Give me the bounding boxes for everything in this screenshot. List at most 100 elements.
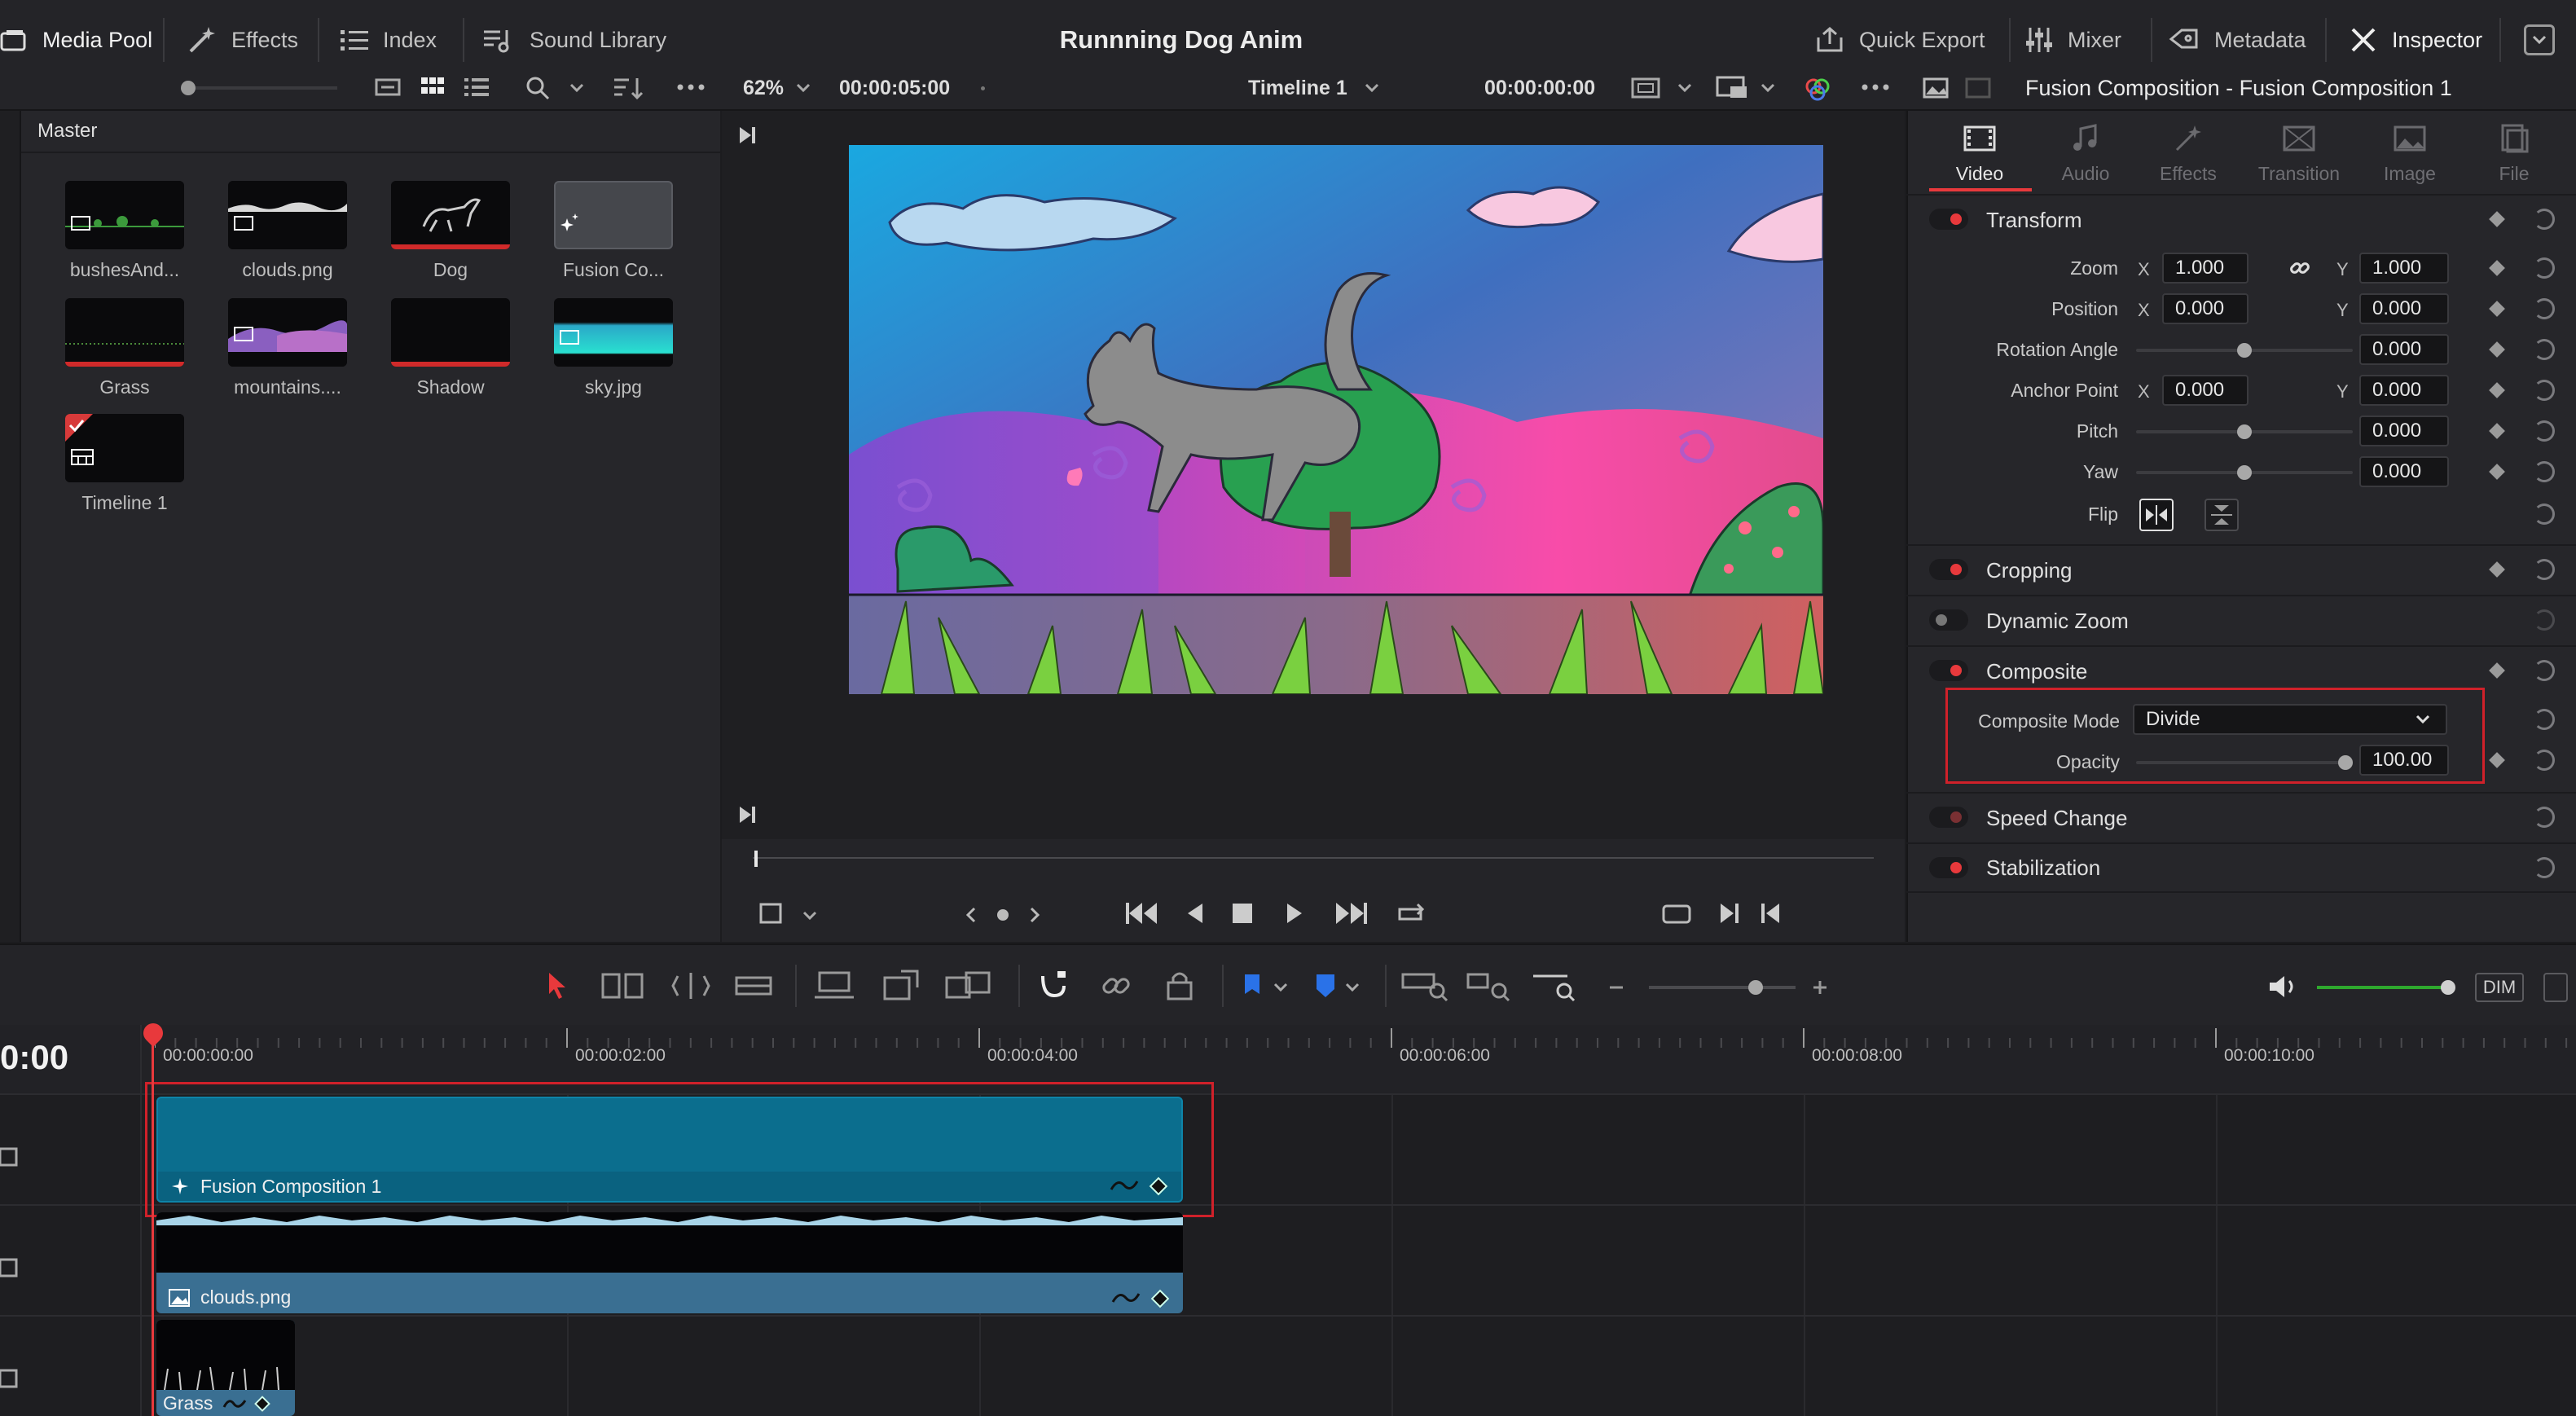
transform-section-header[interactable]: Transform — [1906, 194, 2576, 244]
reset-icon[interactable] — [2534, 709, 2555, 730]
timeline-playhead[interactable] — [152, 1025, 154, 1416]
thumbnail-size-slider[interactable] — [181, 81, 337, 95]
reset-icon[interactable] — [2534, 380, 2555, 401]
more-options-icon[interactable] — [676, 83, 706, 91]
keyframe-icon[interactable] — [254, 1395, 271, 1412]
full-extent-zoom-icon[interactable] — [1401, 970, 1450, 1002]
selection-tool-icon[interactable] — [544, 970, 570, 1002]
linked-selection-icon[interactable] — [1100, 970, 1132, 1002]
timeline-selector[interactable]: Timeline 1 — [1248, 65, 1382, 111]
cropping-section-header[interactable]: Cropping — [1906, 544, 2576, 595]
yaw-field[interactable]: 0.000 — [2359, 456, 2449, 487]
volume-slider[interactable] — [2317, 980, 2455, 995]
zoom-level-dropdown[interactable]: 62% — [743, 65, 813, 111]
reset-icon[interactable] — [2534, 420, 2555, 442]
anchor-x-field[interactable]: 0.000 — [2162, 375, 2249, 406]
snapping-icon[interactable] — [1036, 968, 1069, 1002]
position-y-field[interactable]: 0.000 — [2359, 293, 2449, 324]
media-clip-bushes[interactable]: bushesAnd... — [65, 181, 184, 281]
media-clip-sky[interactable]: sky.jpg — [554, 298, 673, 398]
reset-icon[interactable] — [2534, 660, 2555, 681]
reset-icon[interactable] — [2534, 609, 2555, 631]
tab-audio[interactable]: Audio — [2037, 122, 2134, 185]
anchor-y-field[interactable]: 0.000 — [2359, 375, 2449, 406]
rotation-slider[interactable] — [2136, 343, 2353, 358]
reset-icon[interactable] — [2534, 504, 2555, 525]
media-clip-shadow[interactable]: Shadow — [391, 298, 510, 398]
dim-button[interactable]: DIM — [2475, 973, 2524, 1002]
reset-icon[interactable] — [2534, 209, 2555, 230]
reset-icon[interactable] — [2534, 298, 2555, 319]
tab-effects[interactable]: Effects — [2139, 122, 2237, 185]
media-clip-mountains[interactable]: mountains.... — [228, 298, 347, 398]
stop-icon[interactable] — [1230, 901, 1255, 926]
reset-icon[interactable] — [2534, 807, 2555, 828]
chevron-down-icon[interactable] — [1271, 978, 1290, 997]
custom-zoom-icon[interactable] — [1532, 970, 1580, 1002]
next-marker-icon[interactable] — [736, 124, 759, 147]
timeline-clip-clouds[interactable]: clouds.png — [156, 1212, 1183, 1313]
chevron-down-icon[interactable] — [567, 78, 587, 98]
viewer-size-icon[interactable] — [1631, 77, 1660, 99]
speed-change-section-header[interactable]: Speed Change — [1906, 792, 2576, 842]
zoom-x-field[interactable]: 1.000 — [2162, 253, 2249, 284]
reset-icon[interactable] — [2534, 857, 2555, 878]
media-clip-fusion[interactable]: Fusion Co... — [554, 181, 673, 281]
speed-change-enable-toggle[interactable] — [1929, 807, 1968, 828]
tab-transition[interactable]: Transition — [2250, 122, 2348, 185]
loop-icon[interactable] — [1393, 899, 1429, 927]
flip-vertical-icon[interactable] — [2205, 499, 2239, 531]
reset-icon[interactable] — [2534, 750, 2555, 771]
timeline-clip-grass[interactable]: Grass — [156, 1320, 295, 1416]
match-frame-icon[interactable] — [1660, 901, 1693, 927]
insert-clip-icon[interactable] — [811, 970, 857, 1002]
transform-enable-toggle[interactable] — [1929, 209, 1968, 230]
reset-icon[interactable] — [2534, 461, 2555, 482]
composite-mode-dropdown[interactable]: Divide — [2133, 704, 2447, 735]
opacity-slider[interactable] — [2136, 755, 2353, 770]
jog-control-icon[interactable] — [966, 904, 1040, 926]
reset-icon[interactable] — [2534, 559, 2555, 580]
media-clip-dog[interactable]: Dog — [391, 181, 510, 281]
blade-tool-icon[interactable] — [733, 971, 774, 1000]
bin-list-collapsed[interactable] — [0, 111, 21, 942]
detail-zoom-icon[interactable] — [1466, 970, 1515, 1002]
opacity-field[interactable]: 100.00 — [2359, 745, 2449, 776]
video-preview[interactable] — [849, 145, 1823, 694]
thumbnail-view-icon[interactable] — [420, 75, 445, 99]
transform-overlay-icon[interactable] — [758, 899, 785, 927]
chevron-down-icon[interactable] — [1675, 78, 1695, 98]
position-lock-icon[interactable] — [1163, 968, 1196, 1002]
replace-clip-icon[interactable] — [943, 968, 992, 1002]
play-reverse-icon[interactable] — [1183, 899, 1207, 927]
trim-tool-icon[interactable] — [600, 970, 645, 1002]
hq-monitor-icon[interactable] — [1716, 75, 1748, 101]
collapse-panel-button[interactable] — [2524, 24, 2555, 55]
color-scopes-icon[interactable] — [1804, 75, 1831, 103]
tab-video[interactable]: Video — [1931, 122, 2029, 185]
flip-horizontal-icon[interactable] — [2139, 499, 2174, 531]
dynamic-zoom-section-header[interactable]: Dynamic Zoom — [1906, 595, 2576, 645]
rotation-field[interactable]: 0.000 — [2359, 334, 2449, 365]
go-to-start-icon[interactable] — [1124, 899, 1160, 927]
stabilization-section-header[interactable]: Stabilization — [1906, 842, 2576, 893]
chevron-down-icon[interactable] — [1758, 78, 1778, 98]
marker-icon[interactable] — [1313, 973, 1338, 999]
zoom-out-icon[interactable] — [1607, 978, 1626, 997]
media-clip-clouds[interactable]: clouds.png — [228, 181, 347, 281]
search-icon[interactable] — [525, 75, 551, 101]
metadata-view-icon[interactable] — [375, 77, 401, 98]
curve-icon[interactable] — [1111, 1289, 1141, 1307]
scrubber-playhead[interactable] — [754, 851, 758, 867]
keyframe-icon[interactable] — [1150, 1289, 1170, 1308]
reset-icon[interactable] — [2534, 257, 2555, 279]
tab-file[interactable]: File — [2465, 122, 2563, 185]
composite-enable-toggle[interactable] — [1929, 660, 1968, 681]
play-icon[interactable] — [1282, 899, 1307, 927]
previous-frame-icon[interactable] — [1758, 901, 1783, 926]
media-clip-timeline[interactable]: Timeline 1 — [65, 414, 184, 514]
chevron-down-icon[interactable] — [1343, 978, 1362, 997]
tab-image[interactable]: Image — [2361, 122, 2459, 185]
list-view-icon[interactable] — [464, 77, 489, 98]
flag-icon[interactable] — [1240, 973, 1264, 999]
